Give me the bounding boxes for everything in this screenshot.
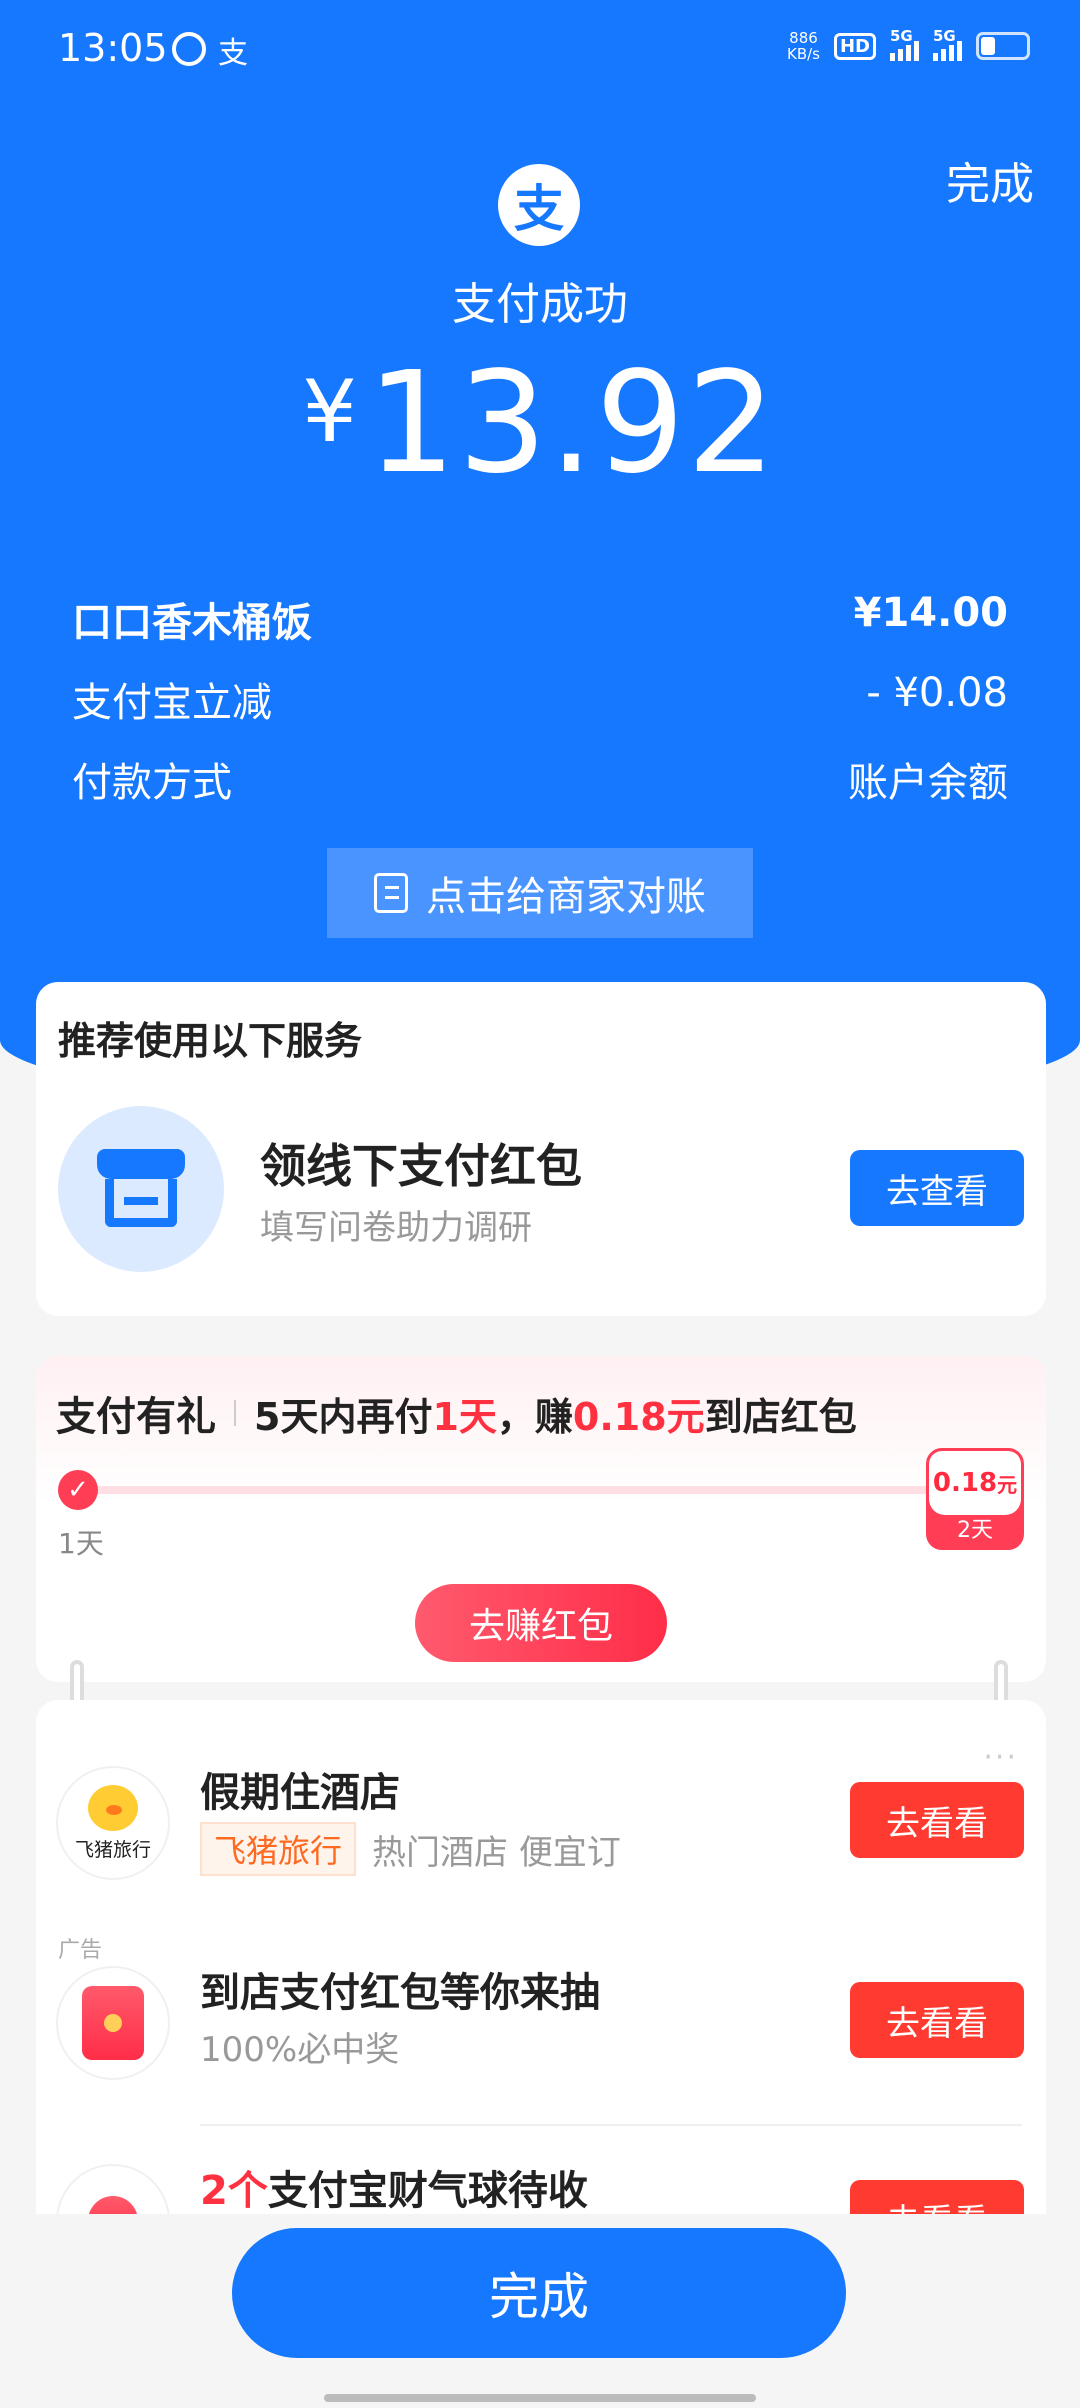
service-subtitle: 填写问卷助力调研 [260, 1208, 532, 1248]
bottom-bar: 完成 [0, 2214, 1080, 2408]
ad-item-hotel[interactable]: 飞猪旅行 假期住酒店 飞猪旅行 热门酒店 便宜订 广告 去看看 [36, 1742, 1046, 1963]
fliggy-logo: 飞猪旅行 [58, 1768, 168, 1878]
list-divider [200, 2124, 1022, 2126]
progress-start-label: 1天 [58, 1527, 104, 1560]
gift-label: 支付有礼 [56, 1394, 216, 1440]
balloon-icon [88, 2196, 138, 2214]
services-title: 推荐使用以下服务 [58, 1019, 363, 1063]
home-indicator[interactable] [324, 2394, 756, 2402]
brand-tag: 飞猪旅行 [200, 1822, 357, 1876]
shop-icon [97, 1149, 185, 1229]
ad-title: 到店支付红包等你来抽 [200, 1970, 600, 2016]
payment-gift-card: 支付有礼 5天内再付1天，赚0.18元到店红包 ✓ 1天 0.18 元 2天 去赚… [36, 1356, 1046, 1682]
view-red-packet-button[interactable]: 去看看 [850, 1982, 1024, 2058]
discount-value: - ¥0.08 [866, 670, 1008, 716]
payment-method-label: 付款方式 [72, 760, 232, 806]
alipay-notification-icon: 支 [218, 36, 248, 71]
currency-symbol: ¥ [302, 362, 357, 462]
amount-value: 13.92 [366, 342, 778, 505]
fliggy-bird-icon [88, 1784, 138, 1831]
reward-badge: 0.18 元 2天 [926, 1448, 1024, 1550]
detail-row-method: 付款方式 账户余额 [72, 750, 1008, 808]
view-hotel-button[interactable]: 去看看 [850, 1782, 1024, 1858]
reward-day: 2天 [957, 1518, 993, 1543]
gift-header: 支付有礼 5天内再付1天，赚0.18元到店红包 [56, 1384, 857, 1442]
ad-item-balloon[interactable]: 2个支付宝财气球待收 去看看 [36, 2140, 1046, 2214]
notification-app-icon [172, 32, 206, 66]
gift-description: 5天内再付1天，赚0.18元到店红包 [254, 1394, 857, 1439]
merchant-name: 口口香木桶饭 [72, 600, 312, 646]
original-price: ¥14.00 [853, 590, 1008, 636]
ad-subtitle-text: 100%必中奖 [200, 2030, 400, 2070]
network-speed-value: 886 [789, 29, 818, 47]
done-button[interactable]: 完成 [232, 2228, 846, 2358]
ad-title: 2个支付宝财气球待收 [200, 2168, 588, 2214]
ad-item-red-packet[interactable]: 到店支付红包等你来抽 100%必中奖 去看看 [36, 1942, 1046, 2102]
payment-status: 支付成功 [452, 279, 628, 330]
ad-title: 假期住酒店 [200, 1770, 400, 1816]
ads-card: ··· 飞猪旅行 假期住酒店 飞猪旅行 热门酒店 便宜订 广告 去看看 到店支付… [36, 1700, 1046, 2214]
red-packet-icon [82, 1986, 144, 2060]
payment-method-value: 账户余额 [848, 760, 1008, 806]
detail-row-merchant: 口口香木桶饭 ¥14.00 [72, 590, 1008, 648]
status-indicators: 886 KB/s HD 5G 5G [787, 27, 1030, 62]
earn-red-packet-button[interactable]: 去赚红包 [415, 1584, 667, 1662]
balloon-logo [58, 2166, 168, 2214]
gift-separator [234, 1400, 236, 1426]
ad-subtitle: 100%必中奖 [200, 2022, 399, 2071]
signal-label-2: 5G [933, 27, 956, 45]
service-title: 领线下支付红包 [260, 1139, 582, 1193]
recommended-services-card: 推荐使用以下服务 领线下支付红包 填写问卷助力调研 去查看 [36, 982, 1046, 1316]
ad-subtitle-text: 热门酒店 便宜订 [372, 1832, 621, 1873]
signal-label: 5G [890, 27, 913, 45]
reconcile-button[interactable]: 点击给商家对账 [327, 848, 753, 938]
payment-amount: ¥13.92 [0, 342, 1080, 505]
progress-track [76, 1486, 976, 1494]
check-icon: ✓ [58, 1470, 98, 1510]
ad-subtitle: 飞猪旅行 热门酒店 便宜订 [200, 1822, 621, 1876]
fliggy-logo-text: 飞猪旅行 [74, 1838, 151, 1861]
signal-icon: 5G [890, 27, 919, 61]
reconcile-label: 点击给商家对账 [426, 874, 706, 920]
view-balloon-button[interactable]: 去看看 [850, 2180, 1024, 2214]
status-time: 13:05 [58, 26, 168, 70]
battery-icon [976, 32, 1030, 60]
network-speed: 886 KB/s [787, 30, 820, 62]
signal-icon-2: 5G [933, 27, 962, 61]
discount-label: 支付宝立减 [72, 680, 272, 726]
view-service-button[interactable]: 去查看 [850, 1150, 1024, 1226]
done-link[interactable]: 完成 [946, 148, 1034, 212]
document-icon [374, 873, 408, 913]
red-packet-logo [58, 1968, 168, 2078]
network-speed-unit: KB/s [786, 45, 820, 63]
hd-icon: HD [833, 32, 876, 60]
reward-amount: 0.18 元 [929, 1451, 1021, 1515]
alipay-logo-icon: 支 [498, 164, 580, 246]
shop-icon-container [58, 1106, 224, 1272]
status-bar: 13:05 支 886 KB/s HD 5G 5G [0, 0, 1080, 100]
detail-row-discount: 支付宝立减 - ¥0.08 [72, 670, 1008, 728]
